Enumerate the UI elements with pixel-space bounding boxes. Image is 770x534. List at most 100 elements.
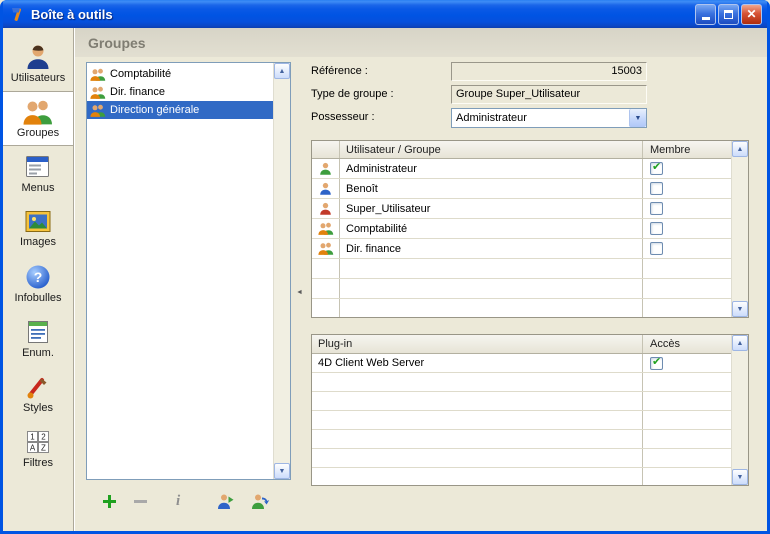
window-controls: ✕ (695, 4, 762, 25)
chevron-down-icon[interactable]: ▼ (629, 109, 646, 127)
empty-row (312, 392, 731, 411)
sidebar-item-menus[interactable]: Menus (3, 146, 73, 201)
minus-icon (133, 494, 148, 509)
plugin-access-checkbox[interactable] (650, 357, 663, 370)
member-name: Administrateur (340, 159, 643, 178)
members-table-header: Utilisateur / Groupe Membre (312, 141, 731, 159)
collapse-left-icon[interactable]: ◄ (296, 289, 303, 296)
group-icon (90, 68, 106, 81)
members-scrollbar[interactable]: ▲ ▼ (731, 141, 748, 317)
scroll-track[interactable] (274, 79, 290, 463)
scroll-up-icon[interactable]: ▲ (732, 335, 748, 351)
empty-row (312, 259, 731, 279)
sidebar-item-label: Utilisateurs (11, 72, 65, 84)
scroll-down-icon[interactable]: ▼ (732, 301, 748, 317)
owner-label: Possesseur : (311, 108, 451, 123)
add-group-button[interactable] (102, 494, 117, 509)
info-button[interactable]: i (176, 493, 180, 510)
page-title: Groupes (88, 35, 146, 51)
sidebar-item-enum[interactable]: Enum. (3, 311, 73, 366)
member-checkbox[interactable] (650, 222, 663, 235)
members-col-member: Membre (643, 141, 731, 158)
member-name: Benoît (340, 179, 643, 198)
member-checkbox[interactable] (650, 202, 663, 215)
member-name: Super_Utilisateur (340, 199, 643, 218)
member-checkbox[interactable] (650, 162, 663, 175)
filters-icon: 1 2 A Z (25, 429, 51, 455)
minimize-button[interactable] (695, 4, 716, 25)
title-bar[interactable]: Boîte à outils ✕ (3, 0, 767, 28)
user-green-icon (319, 162, 332, 175)
list-icon (25, 319, 51, 345)
plugin-name: 4D Client Web Server (312, 354, 643, 372)
user-arrow-icon (216, 493, 235, 510)
toolbox-window: Boîte à outils ✕ Utilisateurs (0, 0, 770, 534)
menus-icon (24, 154, 52, 180)
group-list: Comptabilité Dir. finance (86, 62, 291, 480)
group-toolbar: i (86, 486, 291, 516)
scroll-up-icon[interactable]: ▲ (732, 141, 748, 157)
plugin-row[interactable]: 4D Client Web Server (312, 354, 731, 373)
plugins-table-header: Plug-in Accès (312, 335, 731, 354)
window-body: Utilisateurs Groupes (3, 28, 767, 531)
sidebar-item-label: Enum. (22, 347, 54, 359)
reference-field[interactable]: 15003 (451, 62, 647, 81)
scroll-track[interactable] (732, 351, 748, 469)
member-row[interactable]: Super_Utilisateur (312, 199, 731, 219)
sidebar-item-utilisateurs[interactable]: Utilisateurs (3, 36, 73, 91)
group-list-item-selected[interactable]: Direction générale (87, 101, 273, 119)
minimize-icon (702, 17, 710, 20)
delete-group-button[interactable] (133, 494, 148, 509)
group-type-field[interactable]: Groupe Super_Utilisateur (451, 85, 647, 104)
styles-icon (25, 374, 51, 400)
close-button[interactable]: ✕ (741, 4, 762, 25)
member-row[interactable]: Dir. finance (312, 239, 731, 259)
empty-row (312, 430, 731, 449)
add-user-to-group-button[interactable] (216, 493, 235, 510)
plugins-scrollbar[interactable]: ▲ ▼ (731, 335, 748, 485)
owner-select[interactable]: Administrateur ▼ (451, 108, 647, 128)
sidebar-item-styles[interactable]: Styles (3, 366, 73, 421)
scroll-track[interactable] (732, 157, 748, 301)
sidebar-item-label: Filtres (23, 457, 53, 469)
sidebar-item-infobulles[interactable]: ? Infobulles (3, 256, 73, 311)
member-row[interactable]: Administrateur (312, 159, 731, 179)
group-detail-panel: Référence : 15003 Type de groupe : Group… (311, 62, 748, 531)
group-name: Direction générale (110, 104, 199, 116)
sidebar-item-groupes[interactable]: Groupes (3, 91, 73, 146)
member-checkbox[interactable] (650, 242, 663, 255)
app-icon (9, 6, 26, 23)
group-name: Dir. finance (110, 86, 165, 98)
view-membership-button[interactable] (251, 493, 270, 510)
group-name: Comptabilité (110, 68, 171, 80)
group-list-scrollbar[interactable]: ▲ ▼ (273, 63, 290, 479)
sidebar-item-filtres[interactable]: 1 2 A Z Filtres (3, 421, 73, 476)
members-col-name: Utilisateur / Groupe (340, 141, 643, 158)
group-list-items: Comptabilité Dir. finance (87, 63, 273, 479)
sidebar-item-label: Infobulles (14, 292, 61, 304)
scroll-up-icon[interactable]: ▲ (274, 63, 290, 79)
member-checkbox[interactable] (650, 182, 663, 195)
sidebar-item-label: Styles (23, 402, 53, 414)
panel-splitter[interactable]: ◄ (295, 62, 303, 515)
user-cycle-icon (251, 493, 270, 510)
scroll-down-icon[interactable]: ▼ (274, 463, 290, 479)
sidebar-item-images[interactable]: Images (3, 201, 73, 256)
scroll-down-icon[interactable]: ▼ (732, 469, 748, 485)
reference-label: Référence : (311, 62, 451, 77)
maximize-button[interactable] (718, 4, 739, 25)
owner-value: Administrateur (452, 109, 629, 127)
member-row[interactable]: Benoît (312, 179, 731, 199)
member-row[interactable]: Comptabilité (312, 219, 731, 239)
user-blue-icon (319, 182, 332, 195)
plus-icon (102, 494, 117, 509)
window-title: Boîte à outils (31, 7, 695, 22)
sidebar-item-label: Groupes (17, 127, 59, 139)
group-icon (318, 222, 334, 235)
group-list-item[interactable]: Comptabilité (87, 65, 273, 83)
user-red-icon (319, 202, 332, 215)
empty-row (312, 373, 731, 392)
member-name: Dir. finance (340, 239, 643, 258)
group-list-item[interactable]: Dir. finance (87, 83, 273, 101)
sidebar: Utilisateurs Groupes (3, 28, 74, 531)
